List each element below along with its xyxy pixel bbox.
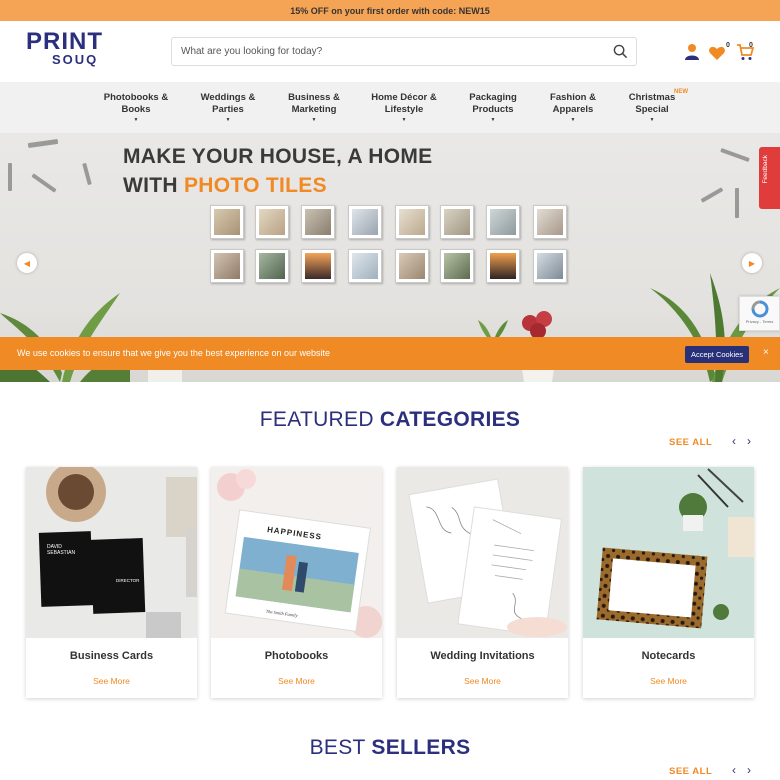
nav-weddings[interactable]: Weddings & Parties ▼ <box>195 92 261 125</box>
nav-packaging[interactable]: Packaging Products ▼ <box>463 92 523 125</box>
nav-home-decor[interactable]: Home Décor & Lifestyle ▼ <box>368 92 440 125</box>
accept-cookies-button[interactable]: Accept Cookies <box>685 346 749 363</box>
recaptcha-badge[interactable]: Privacy - Terms <box>739 296 780 331</box>
category-card-notecards[interactable]: Notecards See More <box>583 467 754 698</box>
card-title: Photobooks <box>264 650 329 662</box>
user-icon[interactable] <box>683 43 701 61</box>
nav-christmas[interactable]: NEW Christmas Special ▼ <box>626 89 688 125</box>
card-title: Wedding Invitations <box>430 650 535 662</box>
wall-decor <box>31 173 57 193</box>
wedding-invitations-image <box>408 478 567 637</box>
search-icon[interactable] <box>613 44 628 59</box>
photo-tile <box>348 205 382 239</box>
see-more-link[interactable]: See More <box>583 676 754 686</box>
wall-decor <box>27 138 59 149</box>
heart-icon[interactable] <box>708 44 726 62</box>
promo-text: 15% OFF on your first order with code: N… <box>290 5 490 16</box>
cookie-banner: We use cookies to ensure that we give yo… <box>0 337 780 370</box>
business-cards-image: DAVID SEBASTIAN DIRECTOR <box>38 467 197 638</box>
banner-title: MAKE YOUR HOUSE, A HOME WITH PHOTO TILES <box>123 145 433 197</box>
photo-tile <box>255 249 289 283</box>
wall-decor <box>735 188 739 218</box>
chevron-down-icon: ▼ <box>401 117 407 123</box>
photo-tile <box>486 205 520 239</box>
nav-fashion[interactable]: Fashion & Apparels ▼ <box>545 92 601 125</box>
featured-title: FEATURED CATEGORIES <box>259 408 521 431</box>
photo-tile <box>348 249 382 283</box>
photo-tile <box>533 205 567 239</box>
chevron-left-icon[interactable]: ‹ <box>732 763 736 777</box>
logo[interactable]: PRINT SOUQ <box>26 28 114 73</box>
see-more-link[interactable]: See More <box>26 676 197 686</box>
category-card-photobooks[interactable]: HAPPINESS The Smith Family Photobooks Se… <box>211 467 382 698</box>
feedback-tab[interactable]: Feedback <box>759 147 780 209</box>
chevron-down-icon: ▼ <box>490 117 496 123</box>
photo-tile <box>301 249 335 283</box>
search-input[interactable] <box>172 38 592 65</box>
card-image <box>583 467 754 638</box>
photo-tile <box>486 249 520 283</box>
search-bar <box>171 37 637 66</box>
cookie-message: We use cookies to ensure that we give yo… <box>17 348 331 358</box>
see-more-link[interactable]: See More <box>211 676 382 686</box>
wall-decor <box>720 147 750 163</box>
recaptcha-icon <box>751 300 768 318</box>
wall-decor <box>8 163 12 191</box>
photo-tile <box>301 205 335 239</box>
chevron-down-icon: ▼ <box>133 117 139 123</box>
photo-tile <box>255 205 289 239</box>
featured-see-all-link[interactable]: SEE ALL <box>669 437 712 448</box>
chevron-right-icon[interactable]: › <box>747 763 751 777</box>
card-title: Business Cards <box>69 650 154 662</box>
wishlist-count: 0 <box>726 42 730 49</box>
bestsellers-see-all-link[interactable]: SEE ALL <box>669 766 712 777</box>
notecards-image <box>596 468 754 629</box>
chevron-down-icon: ▼ <box>570 117 576 123</box>
photo-tile <box>440 205 474 239</box>
card-text-role: DIRECTOR <box>116 578 140 583</box>
chevron-right-icon[interactable]: › <box>747 434 751 448</box>
category-card-business-cards[interactable]: DAVID SEBASTIAN DIRECTOR Business Cards … <box>26 467 197 698</box>
photo-tile <box>210 205 244 239</box>
card-image <box>397 467 568 638</box>
nav-photobooks[interactable]: Photobooks & Books ▼ <box>101 92 171 125</box>
cart-count: 0 <box>749 42 753 49</box>
logo-print: PRINT <box>26 28 103 55</box>
wall-decor <box>82 162 92 186</box>
photo-tile <box>395 205 429 239</box>
header: PRINT SOUQ 0 0 <box>0 21 780 82</box>
nav-business[interactable]: Business & Marketing ▼ <box>282 92 346 125</box>
chevron-down-icon: ▼ <box>311 117 317 123</box>
photo-tile <box>440 249 474 283</box>
bestsellers-title: BEST SELLERS <box>309 736 471 759</box>
banner-next-button[interactable]: ▶ <box>742 253 762 273</box>
logo-souq: SOUQ <box>52 52 99 67</box>
close-icon[interactable]: × <box>763 347 769 358</box>
card-text-surname: SEBASTIAN <box>47 550 75 556</box>
main-nav: Photobooks & Books ▼ Weddings & Parties … <box>0 82 780 133</box>
chevron-down-icon: ▼ <box>649 117 655 123</box>
category-card-wedding-invitations[interactable]: Wedding Invitations See More <box>397 467 568 698</box>
chevron-left-icon[interactable]: ‹ <box>732 434 736 448</box>
see-more-link[interactable]: See More <box>397 676 568 686</box>
card-image: DAVID SEBASTIAN DIRECTOR <box>26 467 197 638</box>
card-image: HAPPINESS The Smith Family <box>211 467 382 638</box>
photo-tile <box>210 249 244 283</box>
promo-bar: 15% OFF on your first order with code: N… <box>0 0 780 21</box>
banner-prev-button[interactable]: ◀ <box>17 253 37 273</box>
photo-tile <box>533 249 567 283</box>
photo-tile <box>395 249 429 283</box>
chevron-down-icon: ▼ <box>225 117 231 123</box>
photobooks-image: HAPPINESS The Smith Family <box>217 469 382 638</box>
wall-decor <box>700 187 724 203</box>
new-badge: NEW <box>674 89 688 95</box>
card-title: Notecards <box>641 650 696 662</box>
